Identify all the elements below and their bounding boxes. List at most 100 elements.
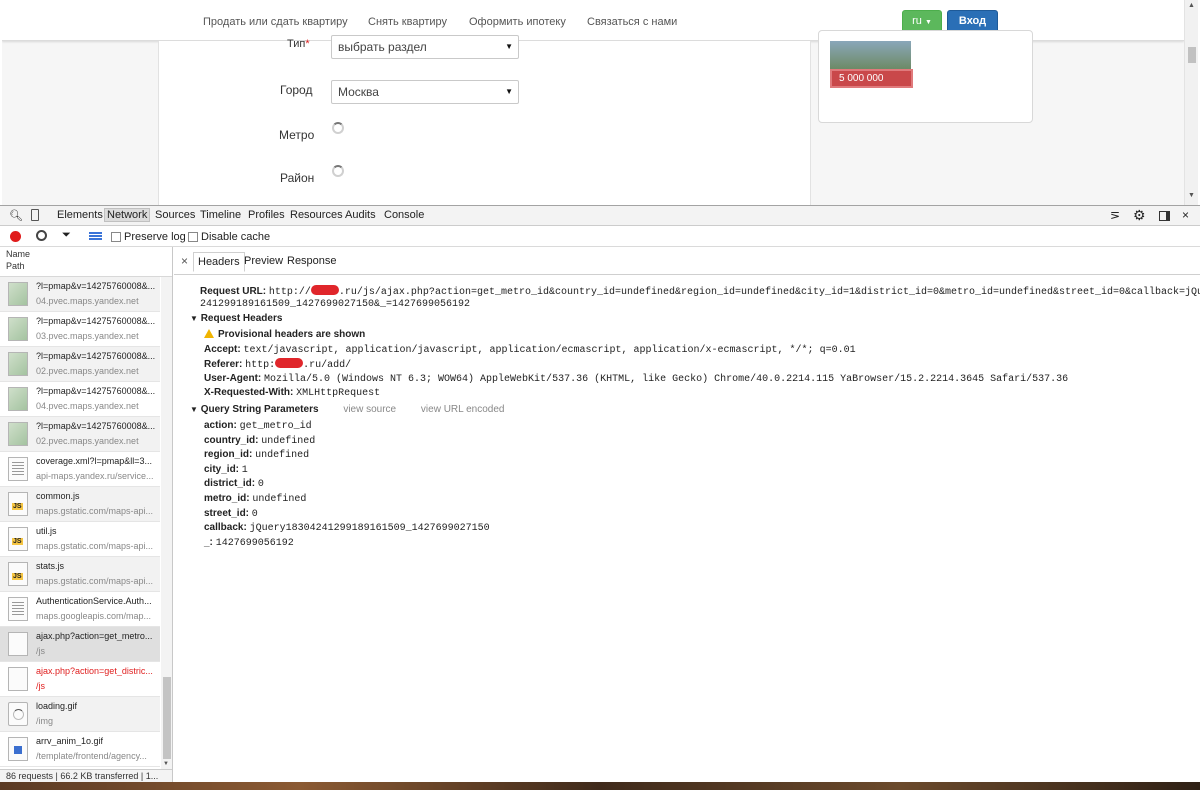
request-row[interactable]: coverage.xml?l=pmap&ll=3... api-maps.yand… [0, 452, 160, 487]
image-icon [8, 387, 28, 411]
param-key: action: [204, 420, 237, 431]
param-key: region_id: [204, 449, 253, 461]
expand-triangle-icon[interactable]: ▼ [190, 405, 198, 414]
scroll-down-icon[interactable]: ▼ [163, 761, 169, 767]
close-icon[interactable]: × [1182, 208, 1189, 222]
tab-audits[interactable]: Audits [343, 209, 378, 221]
js-icon [8, 527, 28, 551]
clear-icon[interactable] [36, 230, 47, 241]
list-view-icon[interactable] [89, 232, 102, 241]
request-row[interactable]: ajax.php?action=get_distric... /js [0, 662, 160, 697]
desktop-background [0, 782, 1200, 790]
nav-link-rent[interactable]: Снять квартиру [368, 16, 447, 28]
district-label: Район [280, 171, 315, 185]
view-url-encoded-link[interactable]: view URL encoded [421, 404, 505, 415]
dropdown-arrow-icon: ▼ [505, 87, 513, 96]
request-url-line: Request URL: http:// .ru/js/ajax.php?acti… [200, 285, 1200, 298]
request-name: ?l=pmap&v=14275760008&... [36, 316, 156, 326]
listing-photo[interactable] [830, 41, 911, 69]
record-icon[interactable] [10, 231, 21, 242]
listing-price: 5 000 000 [830, 69, 913, 88]
request-name: ajax.php?action=get_metro... [36, 631, 153, 641]
tab-resources[interactable]: Resources [288, 209, 345, 221]
tab-headers[interactable]: Headers [193, 252, 245, 272]
request-row[interactable]: AuthenticationService.Auth... maps.google… [0, 592, 160, 627]
request-row[interactable]: loading.gif/img [0, 697, 160, 732]
request-path: /template/frontend/agency... [36, 751, 147, 761]
dock-icon[interactable] [1159, 211, 1170, 221]
request-row[interactable]: common.js maps.gstatic.com/maps-api... [0, 487, 160, 522]
request-list-scrollbar-thumb[interactable] [163, 677, 171, 759]
preserve-log-checkbox[interactable] [111, 232, 121, 242]
disable-cache-checkbox[interactable] [188, 232, 198, 242]
tab-sources[interactable]: Sources [153, 209, 197, 221]
tab-timeline[interactable]: Timeline [198, 209, 243, 221]
column-path-header[interactable]: Path [6, 260, 167, 272]
page-scrollbar-thumb[interactable] [1188, 47, 1196, 63]
type-select[interactable]: выбрать раздел ▼ [331, 35, 519, 59]
param-key: metro_id: [204, 493, 250, 504]
request-path: /img [36, 716, 54, 726]
request-path: 03.pvec.maps.yandex.net [36, 331, 139, 341]
query-param-row: city_id: 1 [204, 464, 248, 476]
type-label-text: Тип [287, 38, 306, 50]
x-requested-with-value: XMLHttpRequest [296, 388, 381, 399]
request-row[interactable]: util.js maps.gstatic.com/maps-api... [0, 522, 160, 557]
tab-preview[interactable]: Preview [244, 255, 283, 267]
nav-link-sell[interactable]: Продать или сдать квартиру [203, 16, 348, 28]
device-mode-icon[interactable] [31, 209, 39, 221]
request-list-header[interactable]: Name Path [0, 247, 172, 277]
request-row[interactable]: arrv_anim_1o.gif/template/frontend/agenc… [0, 732, 160, 767]
request-headers-section[interactable]: ▼ Request Headers [190, 313, 282, 324]
close-icon[interactable]: × [181, 254, 188, 268]
request-row[interactable]: ajax.php?action=get_metro... /js [0, 627, 160, 662]
loading-spinner-icon [332, 165, 344, 177]
accept-label: Accept: [204, 344, 241, 355]
js-icon [8, 562, 28, 586]
tab-elements[interactable]: Elements [55, 209, 105, 221]
filter-icon[interactable]: ⏷ [62, 229, 71, 242]
referer-label: Referer: [204, 359, 243, 370]
query-string-section[interactable]: ▼ Query String Parameters view source vi… [190, 404, 504, 415]
request-url-value: .ru/js/ajax.php?action=get_metro_id&coun… [338, 287, 1200, 298]
expand-triangle-icon[interactable]: ▼ [190, 314, 198, 323]
request-row[interactable]: ?l=pmap&v=14275760008&... 02.pvec.maps.ya… [0, 417, 160, 452]
request-url-label: Request URL: [200, 286, 267, 297]
request-row[interactable]: ?l=pmap&v=14275760008&... 03.pvec.maps.ya… [0, 312, 160, 347]
request-row[interactable]: stats.js maps.gstatic.com/maps-api... [0, 557, 160, 592]
inspect-icon[interactable]: 🔍︎ [9, 209, 23, 222]
city-select[interactable]: Москва ▼ [331, 80, 519, 104]
column-name-header[interactable]: Name [6, 248, 167, 260]
request-name: coverage.xml?l=pmap&ll=3... [36, 456, 153, 466]
header-user-agent: User-Agent: Mozilla/5.0 (Windows NT 6.3;… [204, 373, 1068, 385]
tab-network[interactable]: Network [104, 208, 151, 222]
request-list-scrollbar[interactable]: ▼ [161, 277, 172, 769]
header-referer: Referer: http: .ru/add/ [204, 358, 351, 371]
query-param-row: street_id: 0 [204, 508, 258, 520]
request-name: util.js [36, 526, 57, 536]
param-key: country_id: [204, 434, 259, 446]
view-source-link[interactable]: view source [343, 404, 396, 415]
scroll-up-icon[interactable]: ▲ [1188, 2, 1195, 9]
gear-icon[interactable]: ⚙ [1133, 207, 1146, 224]
console-drawer-icon[interactable]: ⋝ [1110, 208, 1120, 222]
page-scrollbar[interactable]: ▲ ▼ [1184, 0, 1198, 205]
tab-console[interactable]: Console [382, 209, 426, 221]
tab-response[interactable]: Response [287, 255, 337, 267]
request-row[interactable]: ?l=pmap&v=14275760008&... 02.pvec.maps.ya… [0, 347, 160, 382]
request-path: 04.pvec.maps.yandex.net [36, 401, 139, 411]
nav-link-mortgage[interactable]: Оформить ипотеку [469, 16, 566, 28]
query-param-row: country_id: undefined [204, 435, 315, 447]
nav-link-contact[interactable]: Связаться с нами [587, 16, 677, 28]
redaction-mark [310, 285, 339, 295]
request-row[interactable]: ?l=pmap&v=14275760008&... 04.pvec.maps.ya… [0, 382, 160, 417]
param-value: undefined [255, 450, 310, 462]
scroll-down-icon[interactable]: ▼ [1188, 192, 1195, 199]
request-row[interactable]: ?l=pmap&v=14275760008&... 04.pvec.maps.ya… [0, 277, 160, 312]
blank-icon [8, 667, 28, 691]
x-requested-with-label: X-Requested-With: [204, 387, 294, 398]
devtools-toolbar: 🔍︎ Elements Network Sources Timeline Pro… [0, 206, 1200, 226]
param-value: 0 [257, 479, 264, 491]
tab-profiles[interactable]: Profiles [246, 209, 287, 221]
image-icon [8, 352, 28, 376]
